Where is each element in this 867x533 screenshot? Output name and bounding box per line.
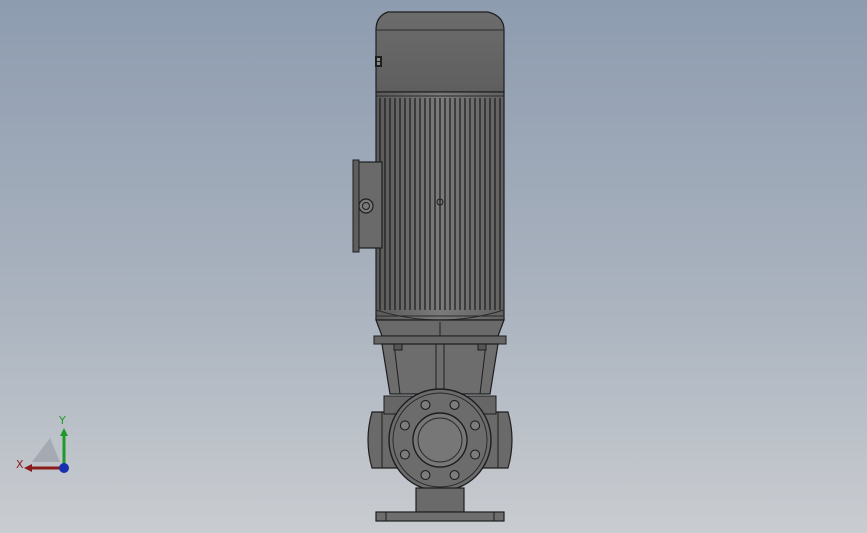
flange-bolt-hole [470,449,481,460]
terminal-box [352,159,383,253]
flange-bolt-hole [399,449,410,460]
flange-bolt-hole [399,420,410,431]
nameplate-icon [375,56,382,67]
flange-bolt-hole [449,470,460,481]
graphics-viewport[interactable]: X Y [0,0,867,533]
motor-flange [373,319,507,345]
pump-model[interactable] [0,0,867,533]
x-axis-label: X [16,458,24,471]
triad-plane [32,438,60,462]
flange-bolt-hole [420,399,431,410]
coordinate-triad: X Y [16,414,69,473]
y-arrowhead-icon [60,428,68,436]
x-arrowhead-icon [24,464,32,472]
flange-bolt-hole [420,470,431,481]
pump-base [375,487,505,522]
flange-bolt-hole [449,399,460,410]
flange-bolt-hole [470,420,481,431]
pump-bracket [381,343,499,395]
z-axis-dot-icon [59,463,69,473]
motor-body [375,91,505,321]
inlet-flange [388,388,492,492]
motor-fan-cover [375,11,505,93]
y-axis-label: Y [58,414,66,427]
